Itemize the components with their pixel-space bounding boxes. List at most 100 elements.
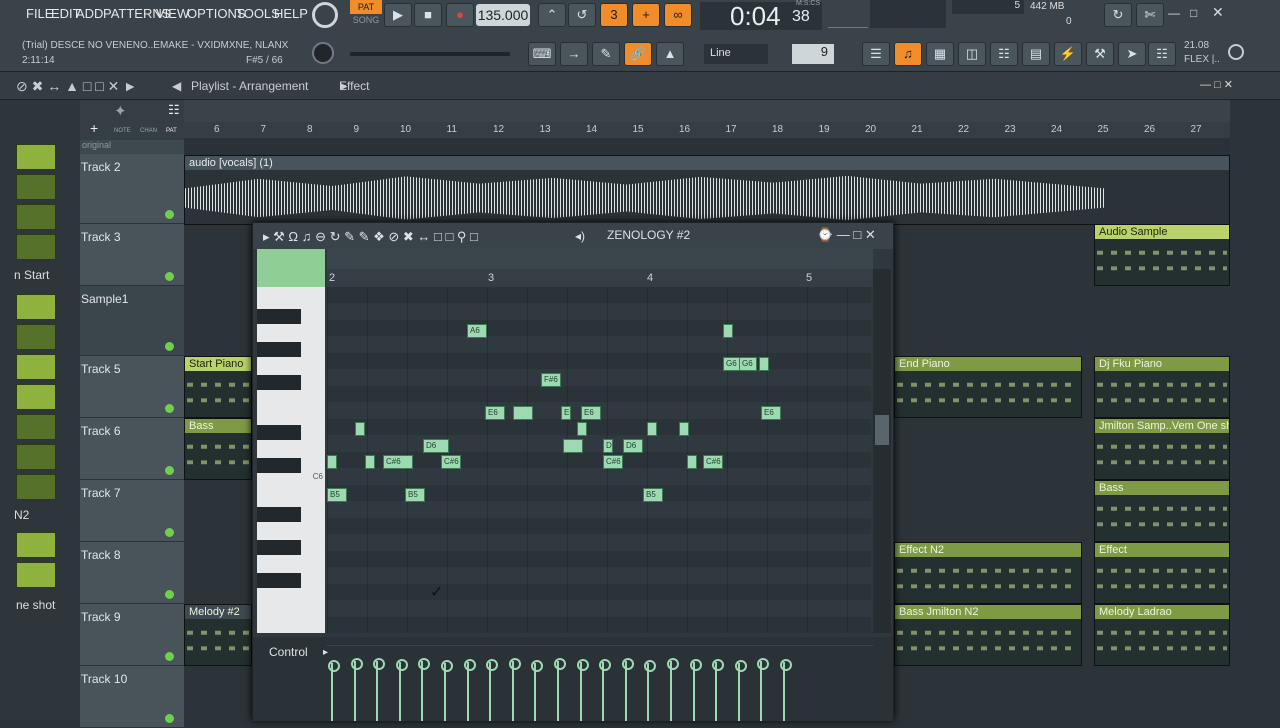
velocity-stem[interactable] xyxy=(621,658,634,721)
note[interactable]: A6 xyxy=(467,324,487,338)
tab-chan[interactable]: CHAN xyxy=(140,128,157,134)
pattern-thumb[interactable] xyxy=(16,204,56,230)
note[interactable]: F#6 xyxy=(541,373,561,387)
track-header-2[interactable]: Track 2 xyxy=(80,154,184,224)
velocity-lane[interactable] xyxy=(327,645,873,721)
track-header-5[interactable]: Track 5 xyxy=(80,356,184,418)
note[interactable]: C#6 xyxy=(441,455,461,469)
black-key[interactable] xyxy=(257,507,301,522)
tab-note[interactable]: NOTE xyxy=(114,128,131,134)
pattern-thumb[interactable] xyxy=(16,354,56,380)
note[interactable] xyxy=(513,406,533,420)
note[interactable] xyxy=(355,422,365,436)
pattern-thumb[interactable] xyxy=(16,144,56,170)
clip-melody-2[interactable]: Melody #2 xyxy=(184,604,252,666)
piano-roll-tools-icon[interactable]: ▸ ⚒ Ω ♫ ⊖ ↻ ✎ ✎ ❖ ⊘ ✖ ↔ □ □ ⚲ □ xyxy=(263,229,478,245)
browser-icon[interactable]: ☷ xyxy=(990,42,1018,66)
pattern-thumb[interactable] xyxy=(16,562,56,588)
track-mute-led[interactable] xyxy=(165,528,174,537)
pattern-thumb[interactable] xyxy=(16,234,56,260)
add-track-icon[interactable]: + xyxy=(90,120,98,136)
note[interactable]: E6 xyxy=(581,406,601,420)
typing-keyboard-icon[interactable]: ⌨ xyxy=(528,42,556,66)
black-key[interactable] xyxy=(257,573,301,588)
velocity-stem[interactable] xyxy=(441,659,453,721)
velocity-stem[interactable] xyxy=(350,658,363,721)
note-grid[interactable]: A6G6G6F#6E6E6E6E6D6D6D6C#6C#6C#6C#6B5B5B… xyxy=(327,287,871,633)
current-pattern-label[interactable]: Effect xyxy=(339,79,369,93)
note[interactable] xyxy=(723,324,733,338)
pattern-thumb[interactable] xyxy=(16,444,56,470)
link-icon[interactable]: 🔗 xyxy=(624,42,652,66)
clip-melody-ladrao[interactable]: Melody Ladrao xyxy=(1094,604,1230,666)
note[interactable] xyxy=(365,455,375,469)
note-tab-icon[interactable]: ✦ xyxy=(114,102,127,120)
note[interactable]: C#6 xyxy=(383,455,413,469)
velocity-stem[interactable] xyxy=(689,658,702,721)
pattern-thumb[interactable] xyxy=(16,174,56,200)
menu-help[interactable]: HELP xyxy=(274,6,308,21)
note[interactable] xyxy=(759,357,769,371)
note[interactable]: D6 xyxy=(423,439,449,453)
arrow-right-icon[interactable]: → xyxy=(560,42,588,66)
pattern-thumb[interactable] xyxy=(16,294,56,320)
cart-icon[interactable]: ☷ xyxy=(1148,42,1176,66)
clip-dj-fku-piano[interactable]: Dj Fku Piano xyxy=(1094,356,1230,418)
track-header-10[interactable]: Track 10 xyxy=(80,666,184,728)
control-label[interactable]: Control xyxy=(269,645,308,659)
pat-tab-icon[interactable]: ☷ xyxy=(168,102,180,118)
snap-select[interactable]: Line xyxy=(704,44,768,64)
velocity-stem[interactable] xyxy=(734,659,747,721)
velocity-stem[interactable] xyxy=(531,659,544,721)
black-key[interactable] xyxy=(257,540,301,555)
pattern-thumb[interactable] xyxy=(16,532,56,558)
song-mode-button[interactable]: SONG xyxy=(350,15,382,28)
master-volume-knob[interactable] xyxy=(312,2,338,28)
clip-effect[interactable]: Effect xyxy=(1094,542,1230,604)
note[interactable]: D6 xyxy=(603,439,613,453)
pattern-number[interactable]: 9 xyxy=(792,44,834,64)
menu-file[interactable]: FILE xyxy=(26,6,53,21)
channel-rack-icon[interactable]: ▦ xyxy=(926,42,954,66)
note[interactable] xyxy=(679,422,689,436)
playlist-icon[interactable]: ☰ xyxy=(862,42,890,66)
velocity-stem[interactable] xyxy=(712,658,725,721)
track-header-3[interactable]: Track 3 xyxy=(80,224,184,286)
track-header-6[interactable]: Track 6 xyxy=(80,418,184,480)
stop-button[interactable]: ■ xyxy=(414,3,442,27)
close-icon[interactable]: ✕ xyxy=(1212,4,1224,21)
black-key[interactable] xyxy=(257,425,301,440)
countdown-icon[interactable]: 3 xyxy=(600,3,628,27)
picker-label[interactable]: N2 xyxy=(14,508,29,522)
pencil-icon[interactable]: ✎ xyxy=(592,42,620,66)
clip-audio-sample[interactable]: Audio Sample xyxy=(1094,224,1230,286)
pattern-thumb[interactable] xyxy=(16,414,56,440)
clip-effect-n2[interactable]: Effect N2 xyxy=(894,542,1082,604)
scissors-icon[interactable]: ✄ xyxy=(1136,3,1164,27)
pattern-thumb[interactable] xyxy=(16,474,56,500)
piano-roll-window-buttons[interactable]: ⌚ — □ ✕ xyxy=(817,227,876,243)
mixer-icon[interactable]: ◫ xyxy=(958,42,986,66)
track-mute-led[interactable] xyxy=(165,466,174,475)
menu-view[interactable]: VIEW xyxy=(156,6,189,21)
picker-label[interactable]: ne shot xyxy=(16,598,55,612)
play-button[interactable]: ▶ xyxy=(384,3,412,27)
piano-keyboard[interactable]: C6 xyxy=(257,287,325,633)
track-mute-led[interactable] xyxy=(165,714,174,723)
clip-bass-jmilton-n2[interactable]: Bass Jmilton N2 xyxy=(894,604,1082,666)
wait-record-icon[interactable]: ↺ xyxy=(568,3,596,27)
black-key[interactable] xyxy=(257,375,301,390)
globe-icon[interactable] xyxy=(1228,44,1244,60)
undo-icon[interactable]: ↻ xyxy=(1104,3,1132,27)
piano-roll-overview[interactable] xyxy=(327,249,873,269)
velocity-stem[interactable] xyxy=(486,658,499,721)
note[interactable] xyxy=(687,455,697,469)
breadcrumb[interactable]: Playlist - Arrangement xyxy=(191,79,308,93)
clip-audio-vocals[interactable]: audio [vocals] (1) xyxy=(184,155,1230,225)
note[interactable]: B5 xyxy=(405,488,425,502)
master-pitch-slider[interactable] xyxy=(350,52,510,56)
minimize-icon[interactable]: — xyxy=(1168,6,1180,20)
menu-add[interactable]: ADD xyxy=(76,6,103,21)
project-icon[interactable]: ▤ xyxy=(1022,42,1050,66)
note[interactable]: C#6 xyxy=(703,455,723,469)
